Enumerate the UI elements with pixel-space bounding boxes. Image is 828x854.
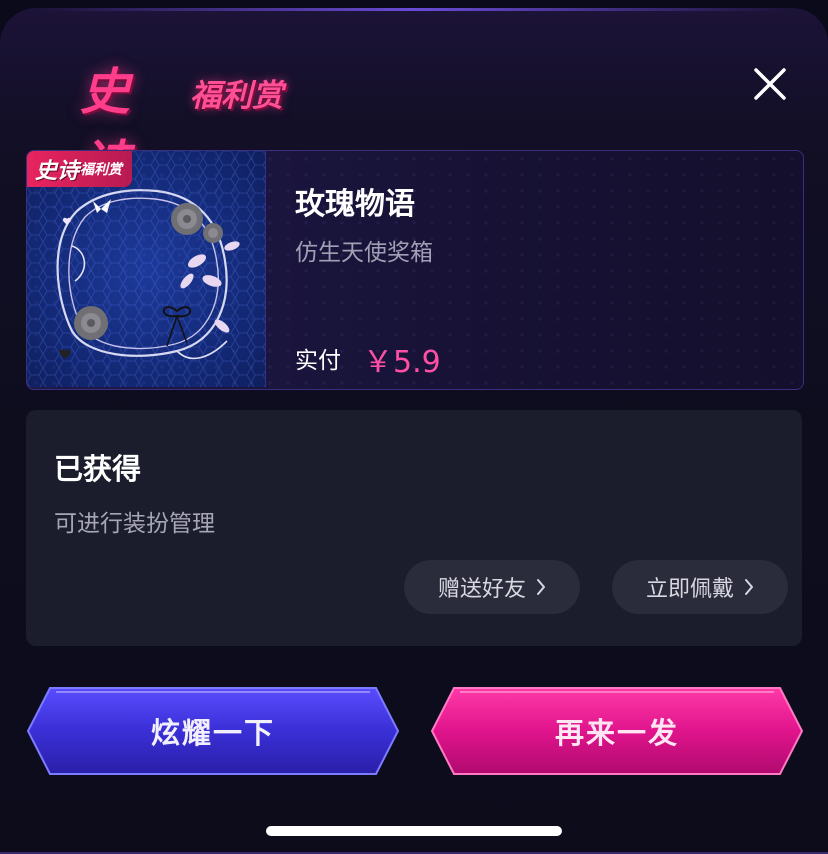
chevron-right-icon	[745, 579, 753, 595]
chevron-right-icon	[537, 579, 545, 595]
epic-badge: 史诗 福利赏	[27, 151, 133, 187]
product-subtitle: 仿生天使奖箱	[295, 240, 433, 266]
status-title: 已获得	[54, 452, 142, 486]
wear-now-label: 立即佩戴	[645, 577, 734, 602]
draw-again-button[interactable]: 再来一发	[430, 684, 804, 778]
badge-main-text: 史诗	[35, 159, 80, 184]
price-value: ￥5.9	[363, 345, 441, 380]
badge-sub-text: 福利赏	[80, 162, 123, 178]
product-title: 玫瑰物语	[295, 187, 415, 222]
status-subtitle: 可进行装扮管理	[54, 511, 215, 537]
close-icon	[754, 68, 786, 100]
wear-now-button[interactable]: 立即佩戴	[612, 560, 788, 614]
paid-label: 实付	[295, 348, 341, 374]
home-indicator[interactable]	[266, 826, 562, 836]
status-panel: 已获得 可进行装扮管理 赠送好友 立即佩戴	[26, 410, 802, 646]
product-thumbnail: 史诗 福利赏	[27, 151, 266, 387]
gift-friend-button[interactable]: 赠送好友	[404, 560, 580, 614]
show-off-label: 炫耀一下	[150, 716, 275, 750]
reward-sheet: 史诗 福利赏 史诗 福利赏	[0, 8, 828, 854]
gift-friend-label: 赠送好友	[437, 577, 526, 602]
show-off-button[interactable]: 炫耀一下	[26, 684, 400, 778]
logo-sub-text: 福利赏	[190, 78, 283, 114]
product-card: 史诗 福利赏 玫瑰物语 仿生天使奖箱 实付 ￥5.9	[26, 150, 804, 390]
close-button[interactable]	[750, 64, 790, 104]
draw-again-label: 再来一发	[554, 716, 679, 750]
